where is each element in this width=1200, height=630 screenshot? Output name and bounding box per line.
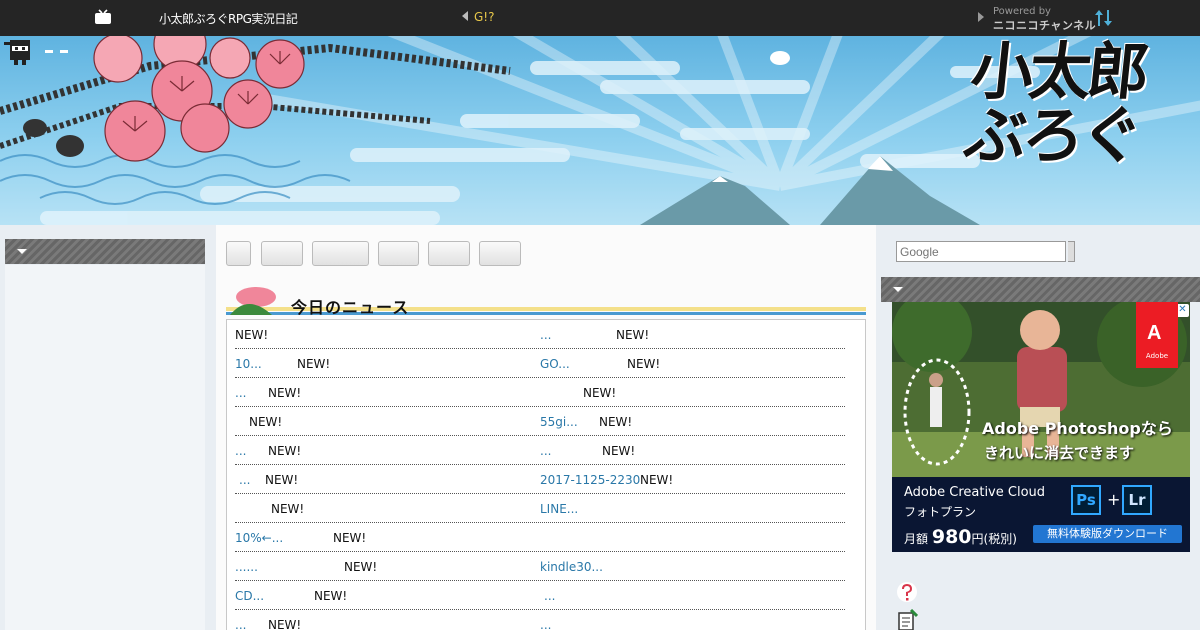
new-badge: NEW!: [627, 357, 661, 371]
new-badge: NEW!: [602, 444, 636, 458]
news-link[interactable]: ...: [544, 589, 555, 603]
ad-price: 月額 980円(税別): [904, 526, 1017, 548]
news-header: 今日のニュース: [226, 283, 866, 319]
new-badge: NEW!: [271, 502, 305, 516]
news-link[interactable]: ...: [540, 328, 551, 342]
new-badge: NEW!: [344, 560, 378, 574]
memo-icon[interactable]: [896, 609, 918, 630]
news-title: 今日のニュース: [291, 298, 410, 317]
news-link[interactable]: kindle30...: [540, 560, 603, 574]
tab-2[interactable]: [261, 241, 303, 266]
news-row: NEW! LINE...: [235, 494, 845, 523]
adobe-logo: A Adobe: [1136, 302, 1178, 368]
left-sidebar-header[interactable]: [5, 239, 205, 264]
news-link[interactable]: LINE...: [540, 502, 578, 516]
news-row: ... NEW! 2017-1125-2230 NEW!: [235, 465, 845, 494]
ad-subheadline: きれいに消去できます: [984, 444, 1135, 462]
new-badge: NEW!: [616, 328, 650, 342]
left-sidebar: [0, 225, 214, 630]
ad-download-button[interactable]: 無料体験版ダウンロード: [1033, 525, 1182, 543]
new-badge: NEW!: [583, 386, 617, 400]
top-bar: 小太郎ぶろぐRPG実況日記 G!? Powered by ニコニコチャンネル: [0, 0, 1200, 36]
ninja-icon: [4, 40, 68, 65]
ad-plan-name: フォトプラン: [904, 505, 977, 519]
news-row: ... NEW! NEW!: [235, 378, 845, 407]
news-link[interactable]: ...: [239, 473, 250, 487]
news-link[interactable]: 10%←...: [235, 531, 283, 545]
new-badge: NEW!: [265, 473, 299, 487]
new-badge: NEW!: [235, 328, 269, 342]
chevron-left-icon: [462, 11, 468, 21]
news-row: 10%←... NEW!: [235, 523, 845, 552]
news-list: NEW! ... NEW! 10... NEW! GO... NEW! ... …: [226, 319, 866, 630]
tab-6[interactable]: [479, 241, 521, 266]
adobe-logo-mark: A: [1147, 322, 1162, 344]
blog-logo: 小太郎ぶろぐ: [960, 36, 1150, 172]
right-sidebar: i ✕ A Adobe Adobe Photoshopなら きれいに消去できます…: [878, 225, 1200, 630]
ad-plus: +: [1107, 490, 1121, 509]
news-link[interactable]: ...: [235, 444, 246, 458]
ad-price-value: 980: [931, 526, 972, 548]
ad-price-suffix: 円(税別): [971, 532, 1017, 546]
new-badge: NEW!: [268, 386, 302, 400]
news-link[interactable]: ...: [235, 386, 246, 400]
news-row: CD... NEW! ...: [235, 581, 845, 610]
nav-link[interactable]: G!?: [462, 10, 494, 24]
sort-arrows-icon[interactable]: [1094, 9, 1114, 27]
google-search-input[interactable]: [896, 241, 1066, 262]
news-link[interactable]: CD...: [235, 589, 264, 603]
nav-link-label: G!?: [474, 10, 495, 24]
new-badge: NEW!: [297, 357, 331, 371]
site-title[interactable]: 小太郎ぶろぐRPG実況日記: [159, 10, 298, 27]
news-row: NEW! 55gi... NEW!: [235, 407, 845, 436]
news-link[interactable]: ...: [540, 444, 551, 458]
new-badge: NEW!: [249, 415, 283, 429]
news-row: ... NEW! ... NEW!: [235, 436, 845, 465]
search-button[interactable]: [1068, 241, 1075, 262]
news-link[interactable]: 10...: [235, 357, 262, 371]
news-link[interactable]: ......: [235, 560, 258, 574]
ad-product-name: Adobe Creative Cloud: [904, 485, 1046, 500]
new-badge: NEW!: [599, 415, 633, 429]
tab-4[interactable]: [378, 241, 419, 266]
right-sidebar-header[interactable]: [881, 277, 1200, 302]
tv-icon[interactable]: [94, 9, 112, 25]
news-link[interactable]: 2017-1125-2230: [540, 473, 640, 487]
news-link[interactable]: ...: [540, 618, 551, 630]
news-row: 10... NEW! GO... NEW!: [235, 349, 845, 378]
news-link[interactable]: 55gi...: [540, 415, 578, 429]
new-badge: NEW!: [268, 618, 302, 630]
ad-headline: Adobe Photoshopなら: [982, 419, 1173, 438]
new-badge: NEW!: [268, 444, 302, 458]
lightroom-icon: Lr: [1122, 485, 1152, 515]
new-badge: NEW!: [314, 589, 348, 603]
new-badge: NEW!: [640, 473, 674, 487]
ad-price-prefix: 月額: [904, 532, 929, 546]
photoshop-icon: Ps: [1071, 485, 1101, 515]
adobe-wordmark: Adobe: [1145, 352, 1169, 360]
header-banner[interactable]: 小太郎ぶろぐ: [0, 36, 1200, 225]
new-badge: NEW!: [333, 531, 367, 545]
niconico-channel-logo: ニコニコチャンネル: [993, 19, 1097, 32]
chevron-down-icon: [893, 287, 903, 292]
tab-1[interactable]: [226, 241, 251, 266]
chevron-right-icon: [978, 12, 984, 22]
left-sidebar-panel: [5, 265, 205, 630]
tab-5[interactable]: [428, 241, 470, 266]
news-row: NEW! ... NEW!: [235, 320, 845, 349]
tab-3[interactable]: [312, 241, 369, 266]
news-row: ...... NEW! kindle30...: [235, 552, 845, 581]
powered-by-label: Powered by: [993, 6, 1051, 17]
adobe-ad-banner[interactable]: i ✕ A Adobe Adobe Photoshopなら きれいに消去できます…: [892, 302, 1190, 552]
news-link[interactable]: GO...: [540, 357, 570, 371]
help-question-icon[interactable]: [896, 581, 918, 603]
news-link[interactable]: ...: [235, 618, 246, 630]
ad-footer: Adobe Creative Cloud フォトプラン 月額 980円(税別) …: [892, 477, 1190, 552]
main-content: 今日のニュース NEW! ... NEW! 10... NEW! GO... N…: [216, 225, 876, 630]
news-row: ... NEW! ...: [235, 610, 845, 630]
chevron-down-icon: [17, 249, 27, 254]
